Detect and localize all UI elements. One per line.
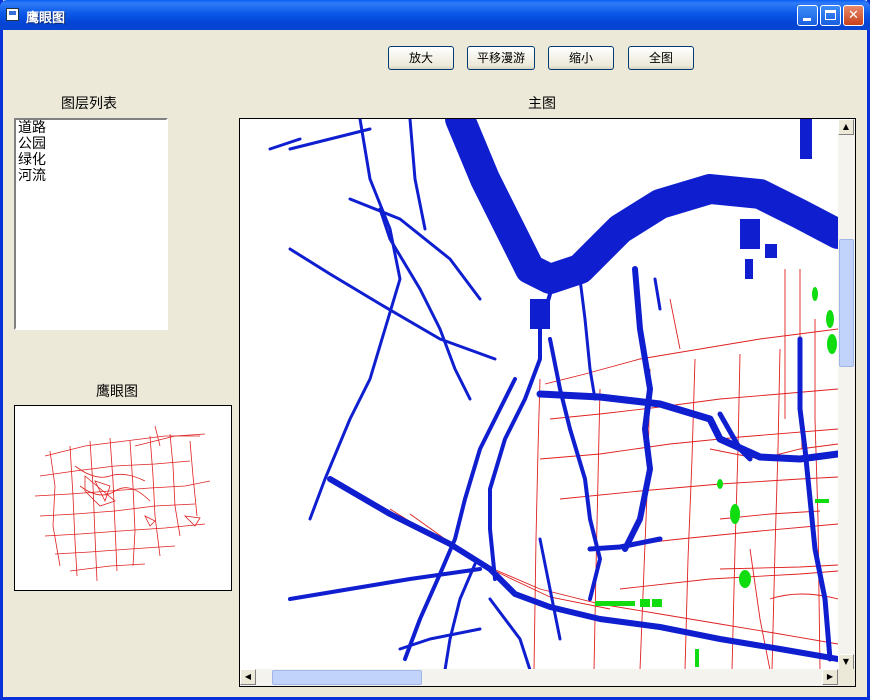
scroll-right-arrow-icon[interactable]: ▶ [822,669,838,685]
minimize-button[interactable] [797,5,818,26]
maximize-button[interactable] [820,5,841,26]
main-map-heading: 主图 [528,96,556,112]
maximize-icon [825,10,836,20]
building-blocks [530,119,812,329]
river-layer [268,119,838,670]
horizontal-scrollbar[interactable]: ◀ ▶ [240,669,838,686]
full-extent-button[interactable]: 全图 [628,46,694,70]
layer-item-river[interactable]: 河流 [16,168,166,184]
layer-item-road[interactable]: 道路 [16,120,166,136]
app-icon [6,8,19,21]
minimize-icon [803,18,811,21]
window-title: 鹰眼图 [26,11,66,26]
zoom-in-button[interactable]: 放大 [388,46,454,70]
scroll-up-arrow-icon[interactable]: ▲ [838,119,854,135]
close-button[interactable]: ✕ [843,5,864,26]
main-map[interactable]: ▲ ▼ ◀ ▶ [239,118,856,687]
scroll-down-arrow-icon[interactable]: ▼ [838,654,854,670]
vertical-scrollbar[interactable]: ▲ ▼ [838,119,855,670]
layer-list[interactable]: 道路 公园 绿化 河流 [14,118,168,330]
overview-map-canvas [34,425,211,582]
main-map-canvas [268,119,838,670]
app-window: 鹰眼图 ✕ 放大 平移漫游 缩小 全图 图层列表 主图 鹰眼图 道路 公园 绿化… [0,0,870,700]
layer-list-heading: 图层列表 [61,96,117,112]
layer-item-park[interactable]: 公园 [16,136,166,152]
scroll-left-arrow-icon[interactable]: ◀ [240,669,256,685]
close-icon: ✕ [848,8,859,23]
horizontal-scroll-thumb[interactable] [272,670,422,685]
eagle-eye-map[interactable] [14,405,232,591]
vertical-scroll-thumb[interactable] [839,239,854,367]
title-bar[interactable]: 鹰眼图 ✕ [0,0,870,30]
layer-item-greenery[interactable]: 绿化 [16,152,166,168]
pan-button[interactable]: 平移漫游 [467,46,535,70]
eagle-eye-heading: 鹰眼图 [96,384,138,400]
scroll-corner [838,669,855,686]
zoom-out-button[interactable]: 缩小 [548,46,614,70]
